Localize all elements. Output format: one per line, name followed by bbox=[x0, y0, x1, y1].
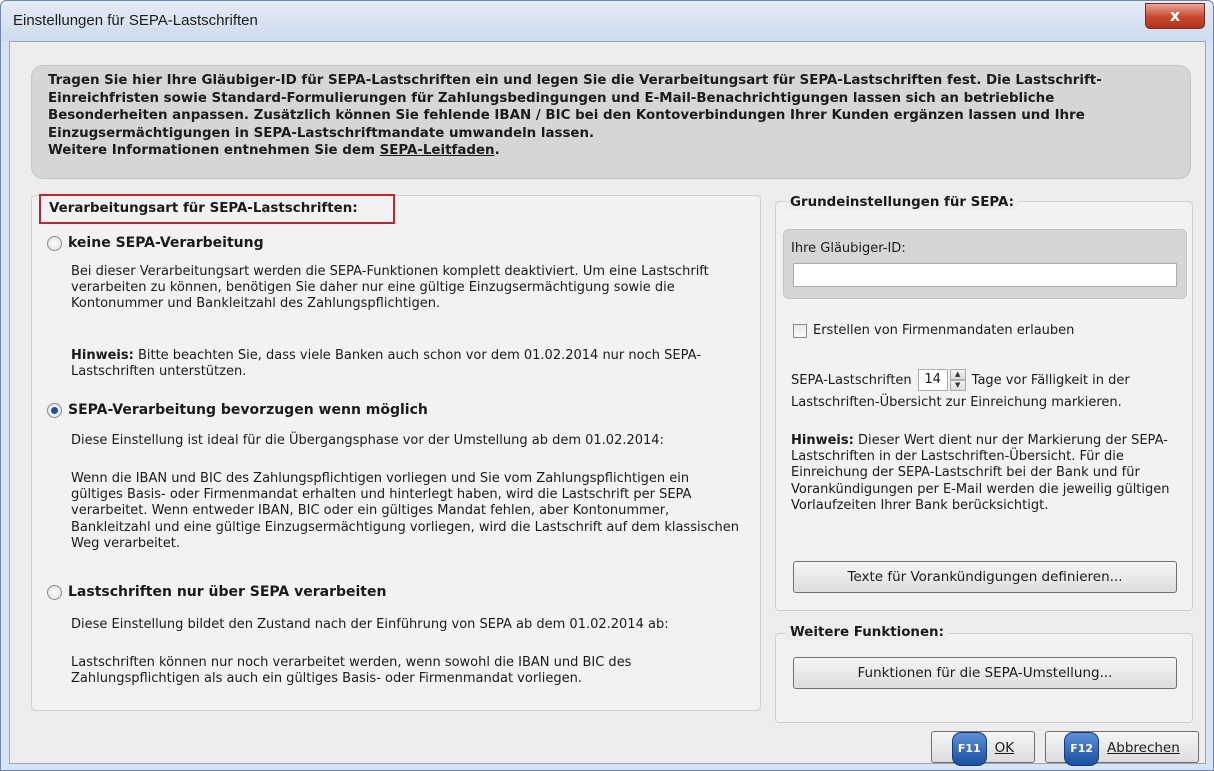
days-line2: Lastschriften-Übersicht zur Einreichung … bbox=[791, 395, 1122, 410]
close-button[interactable]: x bbox=[1145, 3, 1205, 29]
basic-settings-title: Grundeinstellungen für SEPA: bbox=[786, 195, 1018, 210]
basic-hint: Hinweis: Dieser Wert dient nur der Marki… bbox=[791, 433, 1185, 514]
option-none-radio[interactable] bbox=[47, 235, 62, 251]
cancel-button[interactable]: F12 Abbrechen bbox=[1045, 731, 1199, 766]
option-none-hint-text: Bitte beachten Sie, dass viele Banken au… bbox=[71, 348, 701, 380]
option-prefer-label: SEPA-Verarbeitung bevorzugen wenn möglic… bbox=[68, 402, 428, 418]
option-none-label: keine SEPA-Verarbeitung bbox=[68, 235, 264, 251]
option-none-hint-label: Hinweis: bbox=[71, 348, 134, 363]
dialog-window: Einstellungen für SEPA-Lastschriften x T… bbox=[0, 0, 1214, 771]
days-stepper[interactable]: ▲ ▼ bbox=[949, 369, 966, 391]
sepa-functions-button[interactable]: Funktionen für die SEPA-Umstellung... bbox=[793, 657, 1177, 689]
window-title: Einstellungen für SEPA-Lastschriften bbox=[13, 12, 258, 29]
option-none-hint: Hinweis: Bitte beachten Sie, dass viele … bbox=[71, 348, 721, 380]
sepa-guide-link[interactable]: SEPA-Leitfaden bbox=[380, 143, 495, 158]
info-box: Tragen Sie hier Ihre Gläubiger-ID für SE… bbox=[31, 65, 1191, 179]
info-more-suffix: . bbox=[494, 143, 500, 159]
days-setting: SEPA-Lastschriften 14 ▲ ▼ Tage vor Fälli… bbox=[791, 369, 1130, 391]
option-prefer-radio[interactable] bbox=[47, 402, 62, 418]
f11-key-icon: F11 bbox=[951, 732, 987, 766]
info-text: Tragen Sie hier Ihre Gläubiger-ID für SE… bbox=[48, 73, 1102, 141]
processing-group-title: Verarbeitungsart für SEPA-Lastschriften: bbox=[39, 194, 395, 224]
info-more-prefix: Weitere Informationen entnehmen Sie dem bbox=[48, 143, 380, 159]
option-only-sepa[interactable]: Lastschriften nur über SEPA verarbeiten bbox=[47, 584, 386, 600]
cancel-label: Abbrechen bbox=[1107, 740, 1180, 756]
creditor-id-label: Ihre Gläubiger-ID: bbox=[791, 241, 906, 256]
option-only-sepa-radio[interactable] bbox=[47, 584, 62, 600]
days-prefix: SEPA-Lastschriften bbox=[791, 372, 912, 388]
option-only-sepa-detail: Lastschriften können nur noch verarbeite… bbox=[71, 655, 632, 687]
f12-key-icon: F12 bbox=[1064, 732, 1100, 766]
days-suffix: Tage vor Fälligkeit in der bbox=[971, 372, 1130, 388]
stepper-up-icon[interactable]: ▲ bbox=[949, 369, 966, 380]
ok-button[interactable]: F11 OK bbox=[931, 731, 1035, 766]
more-functions-title: Weitere Funktionen: bbox=[786, 625, 948, 640]
creditor-id-input[interactable] bbox=[793, 263, 1177, 287]
firm-mandate-checkbox[interactable] bbox=[793, 323, 807, 338]
title-bar[interactable]: Einstellungen für SEPA-Lastschriften x bbox=[1, 1, 1213, 41]
basic-hint-label: Hinweis: bbox=[791, 433, 854, 448]
option-prefer[interactable]: SEPA-Verarbeitung bevorzugen wenn möglic… bbox=[47, 402, 428, 418]
firm-mandate-label: Erstellen von Firmenmandaten erlauben bbox=[813, 323, 1075, 338]
ok-label: OK bbox=[994, 740, 1015, 756]
firm-mandate-option[interactable]: Erstellen von Firmenmandaten erlauben bbox=[793, 323, 1074, 338]
option-none-description: Bei dieser Verarbeitungsart werden die S… bbox=[71, 264, 709, 312]
option-only-sepa-label: Lastschriften nur über SEPA verarbeiten bbox=[68, 584, 387, 600]
option-only-sepa-description: Diese Einstellung bildet den Zustand nac… bbox=[71, 617, 669, 632]
option-none[interactable]: keine SEPA-Verarbeitung bbox=[47, 235, 264, 251]
stepper-down-icon[interactable]: ▼ bbox=[949, 380, 966, 391]
option-prefer-description: Diese Einstellung ist ideal für die Über… bbox=[71, 433, 664, 448]
option-prefer-detail: Wenn die IBAN und BIC des Zahlungspflich… bbox=[71, 471, 739, 551]
define-texts-button[interactable]: Texte für Vorankündigungen definieren... bbox=[793, 561, 1177, 593]
days-input[interactable]: 14 bbox=[917, 369, 948, 391]
